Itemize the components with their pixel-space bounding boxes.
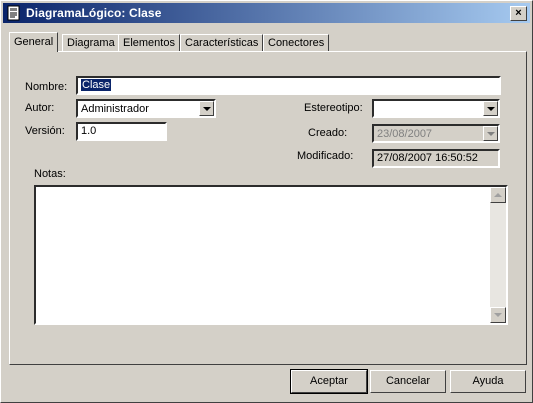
estereotipo-label: Estereotipo: xyxy=(304,102,363,114)
nombre-label: Nombre: xyxy=(25,81,68,93)
creado-label: Creado: xyxy=(308,127,348,139)
modificado-value: 27/08/2007 16:50:52 xyxy=(377,152,478,164)
tab-general[interactable]: General xyxy=(9,32,59,52)
aceptar-button[interactable]: Aceptar xyxy=(290,369,368,394)
notas-textarea[interactable] xyxy=(34,185,508,325)
tab-diagrama[interactable]: Diagrama xyxy=(62,34,120,51)
title-bar[interactable]: DiagramaLógico: Clase × xyxy=(3,3,530,23)
tab-caracteristicas[interactable]: Características xyxy=(180,34,264,51)
notas-scrollbar[interactable] xyxy=(490,187,506,323)
general-panel: Nombre: Clase Autor: Administrador Versi… xyxy=(9,51,527,365)
cancelar-button[interactable]: Cancelar xyxy=(370,370,446,393)
version-label: Versión: xyxy=(25,125,65,137)
document-icon xyxy=(7,5,20,21)
tab-conectores[interactable]: Conectores xyxy=(263,34,330,51)
close-button[interactable]: × xyxy=(510,6,527,21)
window-title: DiagramaLógico: Clase xyxy=(26,6,162,20)
chevron-down-icon[interactable] xyxy=(483,101,498,116)
notas-label: Notas: xyxy=(34,168,66,180)
creado-value: 23/08/2007 xyxy=(377,128,433,140)
nombre-field[interactable]: Clase xyxy=(76,76,501,95)
scroll-down-icon[interactable] xyxy=(490,307,506,323)
modificado-label: Modificado: xyxy=(297,150,354,162)
tab-elementos[interactable]: Elementos xyxy=(118,34,180,51)
creado-select: 23/08/2007 xyxy=(372,124,500,143)
autor-label: Autor: xyxy=(25,102,55,114)
dialog-window: DiagramaLógico: Clase × General Diagrama… xyxy=(0,0,533,403)
nombre-value: Clase xyxy=(81,79,112,91)
autor-select[interactable]: Administrador xyxy=(76,99,216,118)
version-value: 1.0 xyxy=(81,125,97,137)
close-icon: × xyxy=(515,7,522,19)
chevron-down-icon[interactable] xyxy=(199,101,214,116)
estereotipo-select[interactable] xyxy=(372,99,500,118)
modificado-field: 27/08/2007 16:50:52 xyxy=(372,149,500,168)
autor-value: Administrador xyxy=(81,103,149,115)
scroll-up-icon[interactable] xyxy=(490,187,506,203)
version-field[interactable]: 1.0 xyxy=(76,122,167,141)
chevron-down-icon xyxy=(483,126,498,141)
ayuda-button[interactable]: Ayuda xyxy=(450,370,526,393)
